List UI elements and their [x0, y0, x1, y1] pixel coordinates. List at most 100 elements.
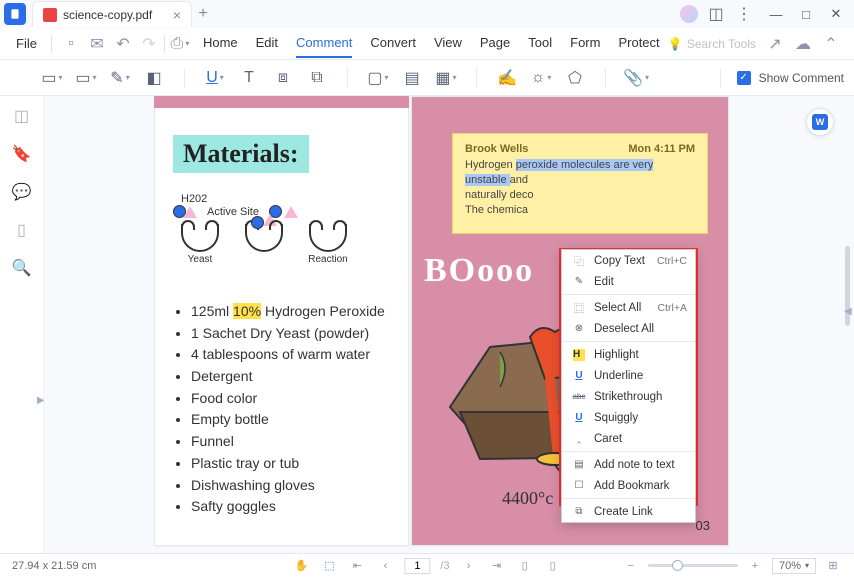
maximize-button[interactable]: □ [792, 2, 820, 26]
signature-tool[interactable]: ✍ [495, 66, 519, 90]
comments-icon[interactable]: 💬 [12, 182, 32, 202]
save-icon[interactable]: ▫ [62, 35, 80, 53]
first-page-button[interactable]: ⇤ [348, 557, 366, 575]
ctx-highlight[interactable]: HHighlight [562, 344, 695, 365]
last-page-button[interactable]: ⇥ [488, 557, 506, 575]
notification-icon[interactable]: ◫ [706, 4, 726, 24]
file-menu[interactable]: File [8, 32, 45, 55]
ctx-add-bookmark[interactable]: ☐Add Bookmark [562, 475, 695, 496]
zoom-level[interactable]: 70%▾ [772, 558, 816, 574]
page-input[interactable] [404, 558, 430, 574]
close-window-button[interactable]: ✕ [822, 2, 850, 26]
ctx-select-all[interactable]: ⿴Select AllCtrl+A [562, 297, 695, 318]
stamp2-tool[interactable]: ☼▾ [529, 66, 553, 90]
highlight-tool[interactable]: ▭▾ [74, 66, 98, 90]
close-tab-icon[interactable]: × [173, 7, 181, 23]
new-tab-button[interactable]: + [192, 5, 214, 23]
ctx-edit[interactable]: ✎Edit [562, 271, 695, 292]
list-item: 1 Sachet Dry Yeast (powder) [191, 323, 390, 345]
ctx-underline[interactable]: UUnderline [562, 365, 695, 386]
active-site-label: Active Site [207, 206, 259, 218]
tab-page[interactable]: Page [480, 29, 510, 58]
redo-icon[interactable]: ↷ [140, 35, 158, 53]
note-author: Brook Wells [465, 143, 528, 155]
strike-icon: abc [570, 390, 588, 404]
bookmarks-icon[interactable]: 🔖 [12, 144, 32, 164]
expand-right-icon[interactable]: ◀ [844, 306, 854, 324]
approve-tool[interactable]: ⬠ [563, 66, 587, 90]
search-tools[interactable]: 💡 Search Tools [668, 37, 756, 51]
ctx-strikethrough[interactable]: abcStrikethrough [562, 386, 695, 407]
fit-page-icon[interactable]: ⊞ [824, 557, 842, 575]
collapse-ribbon-icon[interactable]: ⌃ [822, 35, 840, 53]
text-tool[interactable]: T [237, 66, 261, 90]
next-page-button[interactable]: › [460, 557, 478, 575]
single-page-icon[interactable]: ▯ [516, 557, 534, 575]
sticky-note[interactable]: Brook Wells Mon 4:11 PM Hydrogen peroxid… [452, 133, 708, 234]
zoom-out-button[interactable]: − [622, 557, 640, 575]
tab-convert[interactable]: Convert [370, 29, 416, 58]
document-canvas[interactable]: Materials: H202 Active Site Yeast Reacti… [44, 96, 854, 553]
word-export-badge[interactable]: W [806, 108, 834, 136]
attach-tool[interactable]: 📎▾ [624, 66, 648, 90]
two-page-icon[interactable]: ▯ [544, 557, 562, 575]
pdf-icon [43, 8, 57, 22]
document-tab[interactable]: science-copy.pdf × [32, 1, 192, 27]
textbox-tool[interactable]: ⧈ [271, 66, 295, 90]
list-item: Food color [191, 388, 390, 410]
print-icon[interactable]: ⎙▾ [171, 35, 189, 53]
list-item: Safty goggles [191, 496, 390, 518]
prev-page-button[interactable]: ‹ [376, 557, 394, 575]
ctx-add-note-to-text[interactable]: ▤Add note to text [562, 454, 695, 475]
materials-list: 125ml 10% Hydrogen Peroxide 1 Sachet Dry… [173, 301, 390, 518]
tab-view[interactable]: View [434, 29, 462, 58]
materials-heading: Materials: [173, 135, 309, 173]
mail-icon[interactable]: ✉ [88, 35, 106, 53]
note-timestamp: Mon 4:11 PM [628, 143, 695, 155]
tab-protect[interactable]: Protect [618, 29, 659, 58]
tab-edit[interactable]: Edit [256, 29, 278, 58]
attachments-icon[interactable]: ▯ [12, 220, 32, 240]
underline-tool[interactable]: U▾ [203, 66, 227, 90]
kebab-menu-icon[interactable]: ⋮ [734, 4, 754, 24]
stamp-tool[interactable]: ▤ [400, 66, 424, 90]
ctx-label: Caret [594, 433, 622, 445]
list-item: Plastic tray or tub [191, 453, 390, 475]
note-tool[interactable]: ▭▾ [40, 66, 64, 90]
tab-tool[interactable]: Tool [528, 29, 552, 58]
tab-form[interactable]: Form [570, 29, 600, 58]
select-tool-icon[interactable]: ⬚ [320, 557, 338, 575]
tab-comment[interactable]: Comment [296, 29, 352, 58]
search-panel-icon[interactable]: 🔍 [12, 258, 32, 278]
show-comment-checkbox[interactable]: ✓ [737, 71, 751, 85]
comment-toolbar: ▭▾ ▭▾ ✎▾ ◧ U▾ T ⧈ ⧉ ▢▾ ▤ ▦▾ ✍ ☼▾ ⬠ 📎▾ ✓ … [0, 60, 854, 96]
h2o2-label: H202 [181, 193, 390, 205]
note-body: Hydrogen peroxide molecules are very uns… [465, 158, 695, 217]
ctx-squiggly[interactable]: USquiggly [562, 407, 695, 428]
ctx-caret[interactable]: ‸Caret [562, 428, 695, 449]
tab-home[interactable]: Home [203, 29, 238, 58]
callout-tool[interactable]: ⧉ [305, 66, 329, 90]
undo-icon[interactable]: ↶ [114, 35, 132, 53]
ctx-shortcut: Ctrl+A [658, 302, 687, 314]
zoom-slider[interactable] [648, 564, 738, 567]
minimize-button[interactable]: — [762, 2, 790, 26]
ctx-create-link[interactable]: ⧉Create Link [562, 501, 695, 522]
app-icon [4, 3, 26, 25]
ctx-copy-text[interactable]: ⿻Copy TextCtrl+C [562, 250, 695, 271]
share-icon[interactable]: ↗ [766, 35, 784, 53]
hand-tool-icon[interactable]: ✋ [292, 557, 310, 575]
measure-tool[interactable]: ▦▾ [434, 66, 458, 90]
ctx-label: Deselect All [594, 323, 654, 335]
ctx-deselect-all[interactable]: ⊗Deselect All [562, 318, 695, 339]
shapes-tool[interactable]: ▢▾ [366, 66, 390, 90]
zoom-in-button[interactable]: + [746, 557, 764, 575]
left-panel: ◫ 🔖 💬 ▯ 🔍 ▶ [0, 96, 44, 553]
bulb-icon: 💡 [668, 37, 683, 51]
account-icon[interactable] [680, 5, 698, 23]
cloud-icon[interactable]: ☁ [794, 35, 812, 53]
thumbnails-icon[interactable]: ◫ [12, 106, 32, 126]
pencil-tool[interactable]: ✎▾ [108, 66, 132, 90]
ctx-label: Edit [594, 276, 614, 288]
eraser-tool[interactable]: ◧ [142, 66, 166, 90]
